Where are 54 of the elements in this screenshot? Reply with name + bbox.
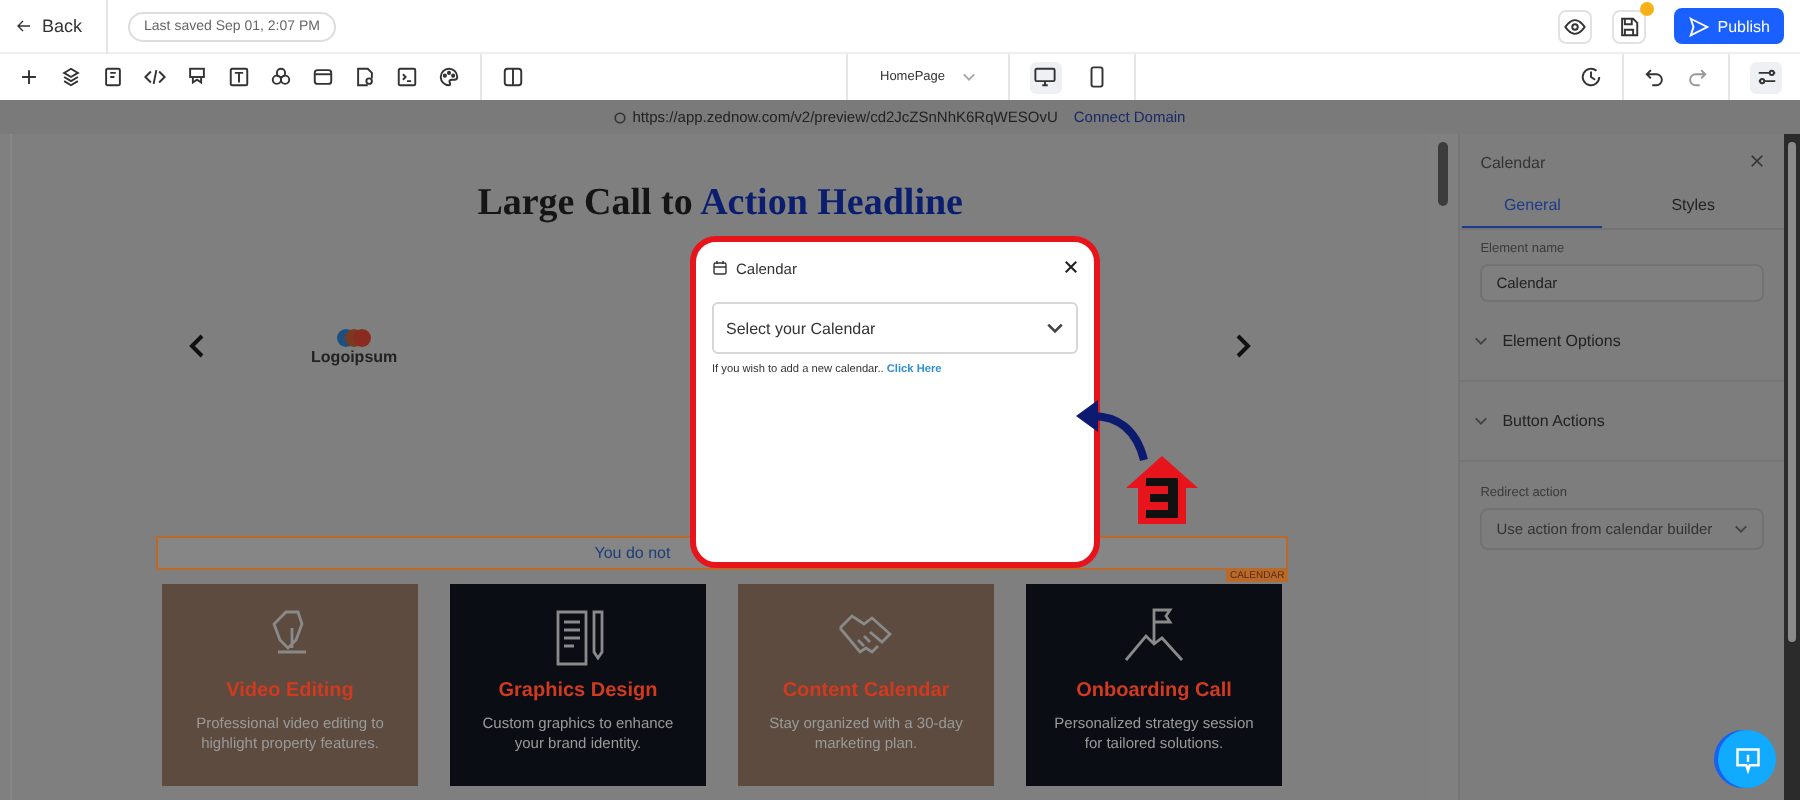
logo-icon xyxy=(334,327,375,347)
columns-icon[interactable] xyxy=(502,66,524,88)
sliders-icon xyxy=(1755,66,1777,88)
stack-icon[interactable] xyxy=(60,66,82,88)
history-icon[interactable] xyxy=(1580,66,1602,88)
panel-tab[interactable]: Styles xyxy=(1602,188,1784,228)
scrollbar-thumb[interactable] xyxy=(1437,142,1448,206)
code-icon[interactable] xyxy=(144,66,166,88)
redo-icon[interactable] xyxy=(1686,66,1708,88)
chevron-down-icon xyxy=(1734,524,1748,534)
banner-icon[interactable] xyxy=(186,66,208,88)
house-logo-drawing xyxy=(1124,454,1200,526)
desktop-view-button[interactable] xyxy=(1029,61,1062,93)
card-title: Video Editing xyxy=(226,680,354,702)
palette-icon[interactable] xyxy=(438,66,460,88)
terminal-icon[interactable] xyxy=(396,66,418,88)
monitor-icon xyxy=(1034,66,1057,88)
add-icon[interactable] xyxy=(18,66,40,88)
scrollbar-thumb[interactable] xyxy=(1787,142,1796,642)
chevron-down-icon xyxy=(1474,336,1489,346)
chevron-down-icon xyxy=(1474,416,1489,426)
phone-icon xyxy=(1086,66,1109,88)
chevron-down-icon xyxy=(1046,322,1064,334)
text-icon[interactable] xyxy=(228,66,250,88)
close-icon xyxy=(1750,154,1764,168)
close-button[interactable] xyxy=(1064,257,1078,279)
panel-tab[interactable]: General xyxy=(1462,188,1603,228)
preview-button[interactable] xyxy=(1557,9,1592,43)
card-title: Content Calendar xyxy=(782,680,950,702)
form-icon[interactable] xyxy=(102,66,124,88)
chevron-left-icon[interactable] xyxy=(188,332,208,360)
curved-arrow xyxy=(1072,396,1152,464)
card-title: Onboarding Call xyxy=(1076,680,1232,702)
chat-icon xyxy=(1733,745,1761,773)
send-icon xyxy=(1687,15,1710,37)
window-icon[interactable] xyxy=(312,66,334,88)
calendar-icon xyxy=(712,260,728,276)
settings-button[interactable] xyxy=(1750,61,1782,93)
panel-title: Calendar xyxy=(1480,153,1546,171)
file-search-icon[interactable] xyxy=(354,66,376,88)
circle-icon xyxy=(614,111,627,123)
publish-button[interactable]: Publish xyxy=(1673,8,1784,44)
undo-icon[interactable] xyxy=(1644,66,1666,88)
calendar-select[interactable]: Select your Calendar xyxy=(712,302,1078,354)
circles-icon[interactable] xyxy=(270,66,292,88)
card-title: Graphics Design xyxy=(498,680,658,702)
caret-down-icon xyxy=(961,72,976,82)
close-icon xyxy=(1064,259,1078,273)
headline: Large Call to Action Headline xyxy=(475,180,965,228)
eye-icon xyxy=(1563,15,1586,37)
logo-text: Logoipsum xyxy=(311,347,398,365)
back-arrow-icon xyxy=(16,18,32,34)
chat-button[interactable] xyxy=(1718,730,1776,788)
chevron-right-icon[interactable] xyxy=(1232,332,1253,360)
